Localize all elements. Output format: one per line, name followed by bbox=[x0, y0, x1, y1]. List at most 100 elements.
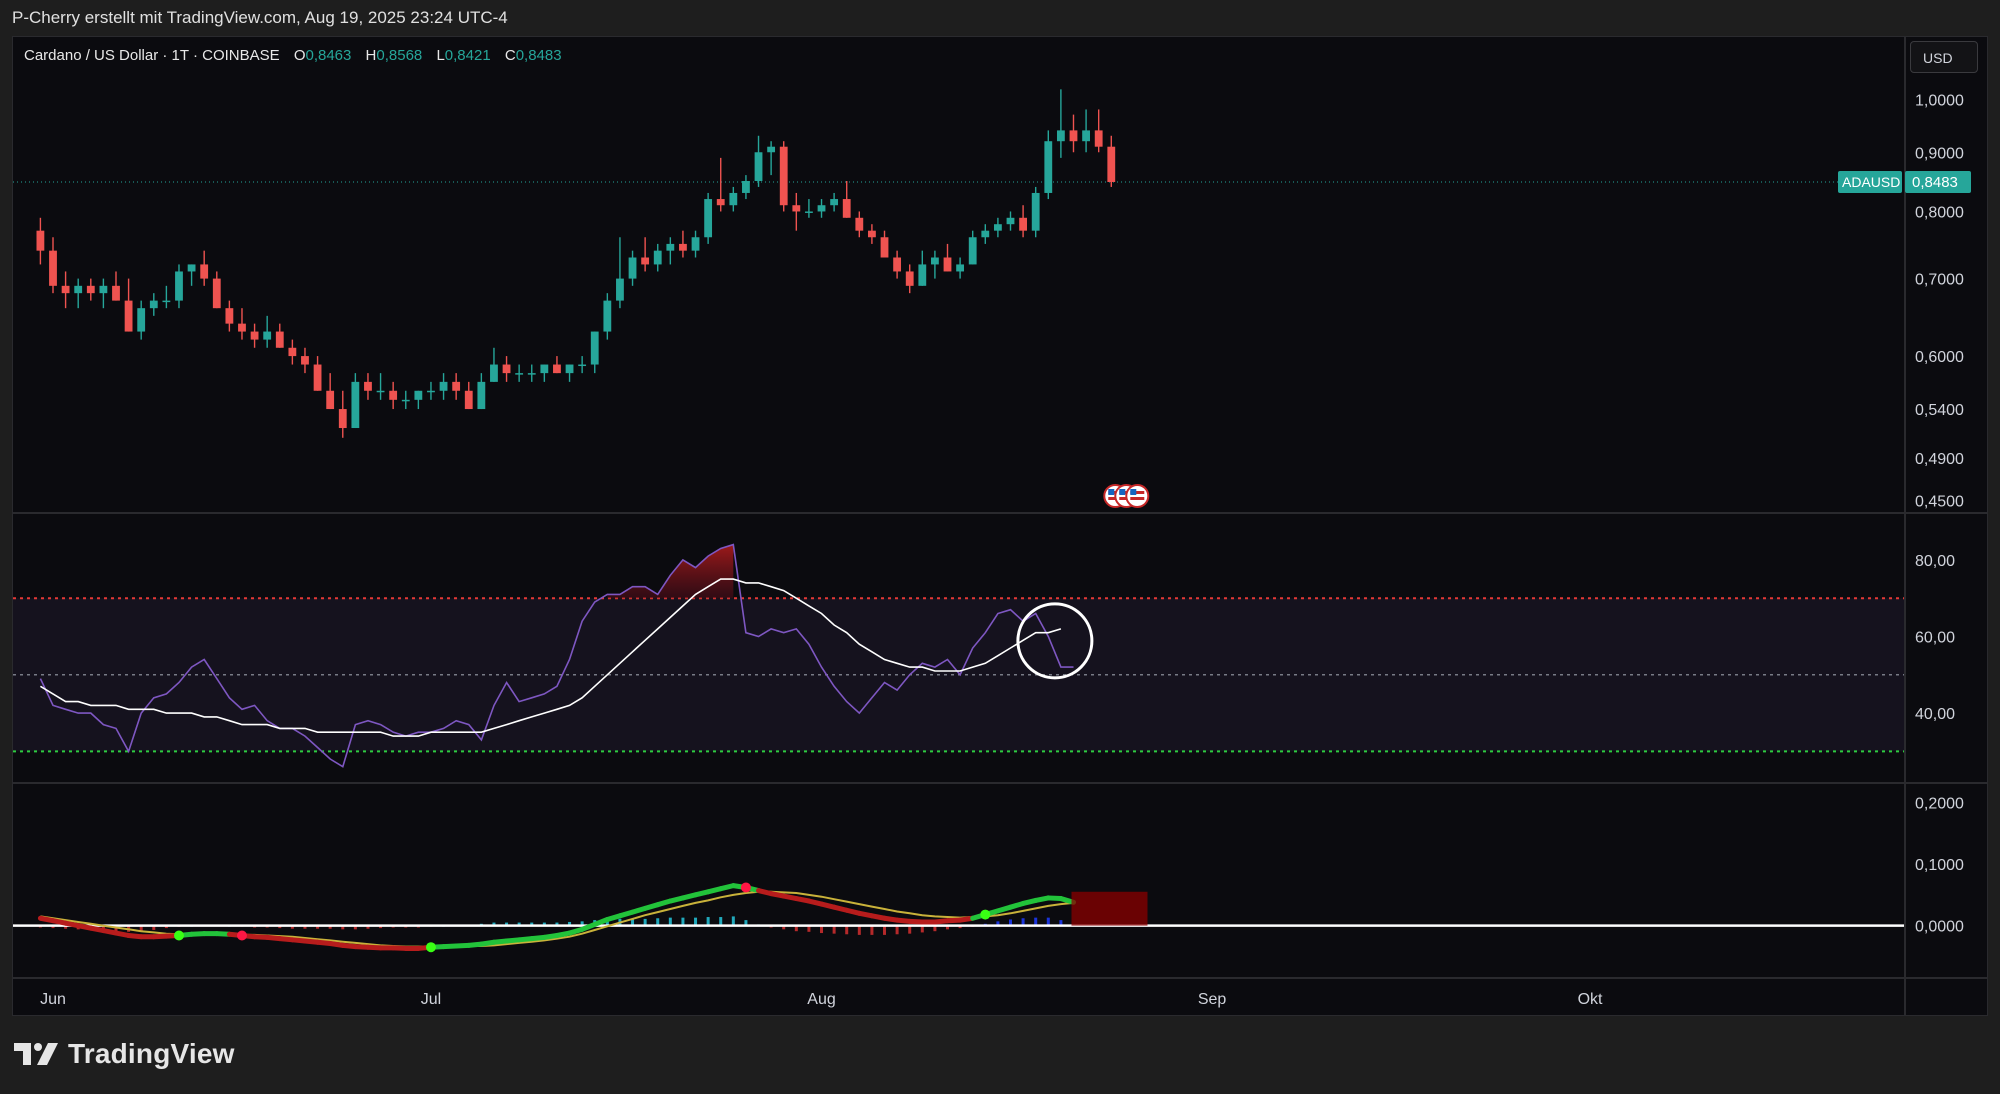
candle-body bbox=[200, 264, 209, 279]
rsi-tick-label: 40,00 bbox=[1915, 706, 1955, 723]
candle-up bbox=[263, 315, 272, 348]
candle-down bbox=[364, 373, 372, 400]
candle-body bbox=[716, 199, 725, 206]
candle-body bbox=[1056, 130, 1065, 142]
candle-up bbox=[918, 250, 927, 286]
candle-up bbox=[376, 373, 385, 400]
macd-histogram-bar bbox=[706, 917, 710, 926]
candle-down bbox=[49, 237, 57, 294]
candle-body bbox=[250, 331, 259, 340]
candle-up bbox=[401, 390, 410, 410]
time-tick-label: Jun bbox=[40, 991, 66, 1008]
time-tick-label: Okt bbox=[1578, 991, 1603, 1008]
candle-body bbox=[855, 217, 864, 231]
candle-body bbox=[187, 264, 196, 272]
candle-up bbox=[1031, 186, 1040, 238]
candle-body bbox=[301, 356, 309, 365]
candle-body bbox=[830, 199, 839, 206]
candle-down bbox=[792, 192, 801, 231]
candle-body bbox=[338, 409, 347, 429]
candle-body bbox=[956, 264, 965, 272]
candle-up bbox=[616, 237, 624, 309]
candle-down bbox=[880, 230, 889, 258]
macd-tick-label: 0,2000 bbox=[1915, 795, 1964, 812]
candle-up bbox=[527, 364, 536, 382]
candle-body bbox=[540, 364, 549, 374]
candle-body bbox=[61, 285, 70, 294]
candle-up bbox=[565, 364, 574, 382]
macd-cross-down-dot bbox=[236, 930, 247, 941]
candle-body bbox=[817, 205, 826, 212]
tradingview-logo-icon bbox=[14, 1043, 58, 1065]
legend-high-label: H bbox=[365, 47, 377, 64]
price-tick-label: 0,5400 bbox=[1915, 402, 1964, 419]
time-tick-label: Aug bbox=[807, 991, 835, 1008]
candle-down bbox=[1107, 135, 1116, 187]
candle-down bbox=[842, 180, 851, 218]
candle-up bbox=[981, 224, 990, 244]
candle-body bbox=[401, 399, 410, 402]
candle-up bbox=[175, 264, 183, 309]
candle-up bbox=[540, 364, 549, 382]
price-axis: 1,0000 0,9000 0,8000 0,7000 0,6000 0,5400 0,49… bbox=[13, 36, 1988, 1016]
candle-down bbox=[1069, 114, 1078, 153]
candle-down bbox=[679, 230, 687, 258]
macd-cross-up-dot bbox=[173, 930, 184, 941]
candle-body bbox=[212, 278, 221, 309]
candle-body bbox=[427, 390, 435, 393]
legend-close-value: 0,8483 bbox=[515, 47, 562, 64]
candle-down bbox=[250, 323, 259, 348]
macd-histogram-bar bbox=[857, 925, 861, 935]
candle-up bbox=[817, 199, 826, 218]
candle-body bbox=[490, 364, 498, 382]
candle-body bbox=[603, 300, 612, 332]
flag-stripe bbox=[1130, 497, 1145, 500]
macd-histogram-bar bbox=[883, 925, 887, 935]
candle-body bbox=[175, 271, 183, 301]
candle-body bbox=[1019, 217, 1028, 231]
chart-canvas[interactable]: 1,0000 0,9000 0,8000 0,7000 0,6000 0,5400 0,49… bbox=[0, 0, 2000, 1094]
tradingview-logo[interactable]: TradingView bbox=[14, 1038, 235, 1070]
macd-tick-label: 0,0000 bbox=[1915, 919, 1964, 936]
candle-down bbox=[288, 339, 297, 365]
candle-down bbox=[452, 373, 461, 400]
price-tag-symbol: ADAUSD bbox=[1842, 174, 1900, 190]
candle-body bbox=[616, 278, 624, 301]
candle-up bbox=[956, 257, 965, 279]
macd-tick-label: 0,1000 bbox=[1915, 857, 1964, 874]
price-tick-label: 0,4500 bbox=[1915, 494, 1964, 511]
candle-down bbox=[389, 381, 398, 410]
us-event-flag-icon bbox=[1125, 484, 1150, 508]
candle-body bbox=[880, 237, 889, 258]
candle-down bbox=[313, 356, 322, 391]
price-tick-label: 0,4900 bbox=[1915, 451, 1964, 468]
candle-up bbox=[439, 373, 448, 400]
candle-up bbox=[993, 217, 1002, 238]
currency-button[interactable]: USD bbox=[1910, 41, 1978, 73]
candle-up bbox=[427, 381, 435, 400]
candle-up bbox=[968, 230, 977, 265]
macd-signal-line bbox=[40, 890, 1074, 948]
candle-up bbox=[805, 199, 813, 218]
candle-up bbox=[414, 390, 423, 410]
rsi-panel bbox=[13, 543, 1905, 768]
candle-body bbox=[364, 381, 372, 391]
candle-body bbox=[1107, 146, 1116, 182]
rsi-tick-label: 80,00 bbox=[1915, 553, 1955, 570]
candle-body bbox=[49, 250, 57, 286]
candle-body bbox=[981, 230, 990, 238]
candle-body bbox=[275, 331, 284, 348]
candle-body bbox=[326, 390, 335, 410]
candle-up bbox=[1044, 130, 1053, 200]
rsi-tick-label: 60,00 bbox=[1915, 630, 1955, 647]
candle-up bbox=[653, 243, 662, 272]
candle-up bbox=[74, 278, 83, 309]
candle-up bbox=[477, 373, 486, 410]
candle-down bbox=[124, 278, 133, 332]
candle-up bbox=[767, 141, 776, 176]
candle-body bbox=[162, 300, 171, 303]
candle-body bbox=[1069, 130, 1078, 142]
candle-down bbox=[502, 356, 511, 382]
candle-up bbox=[930, 250, 939, 279]
candle-body bbox=[313, 364, 322, 391]
